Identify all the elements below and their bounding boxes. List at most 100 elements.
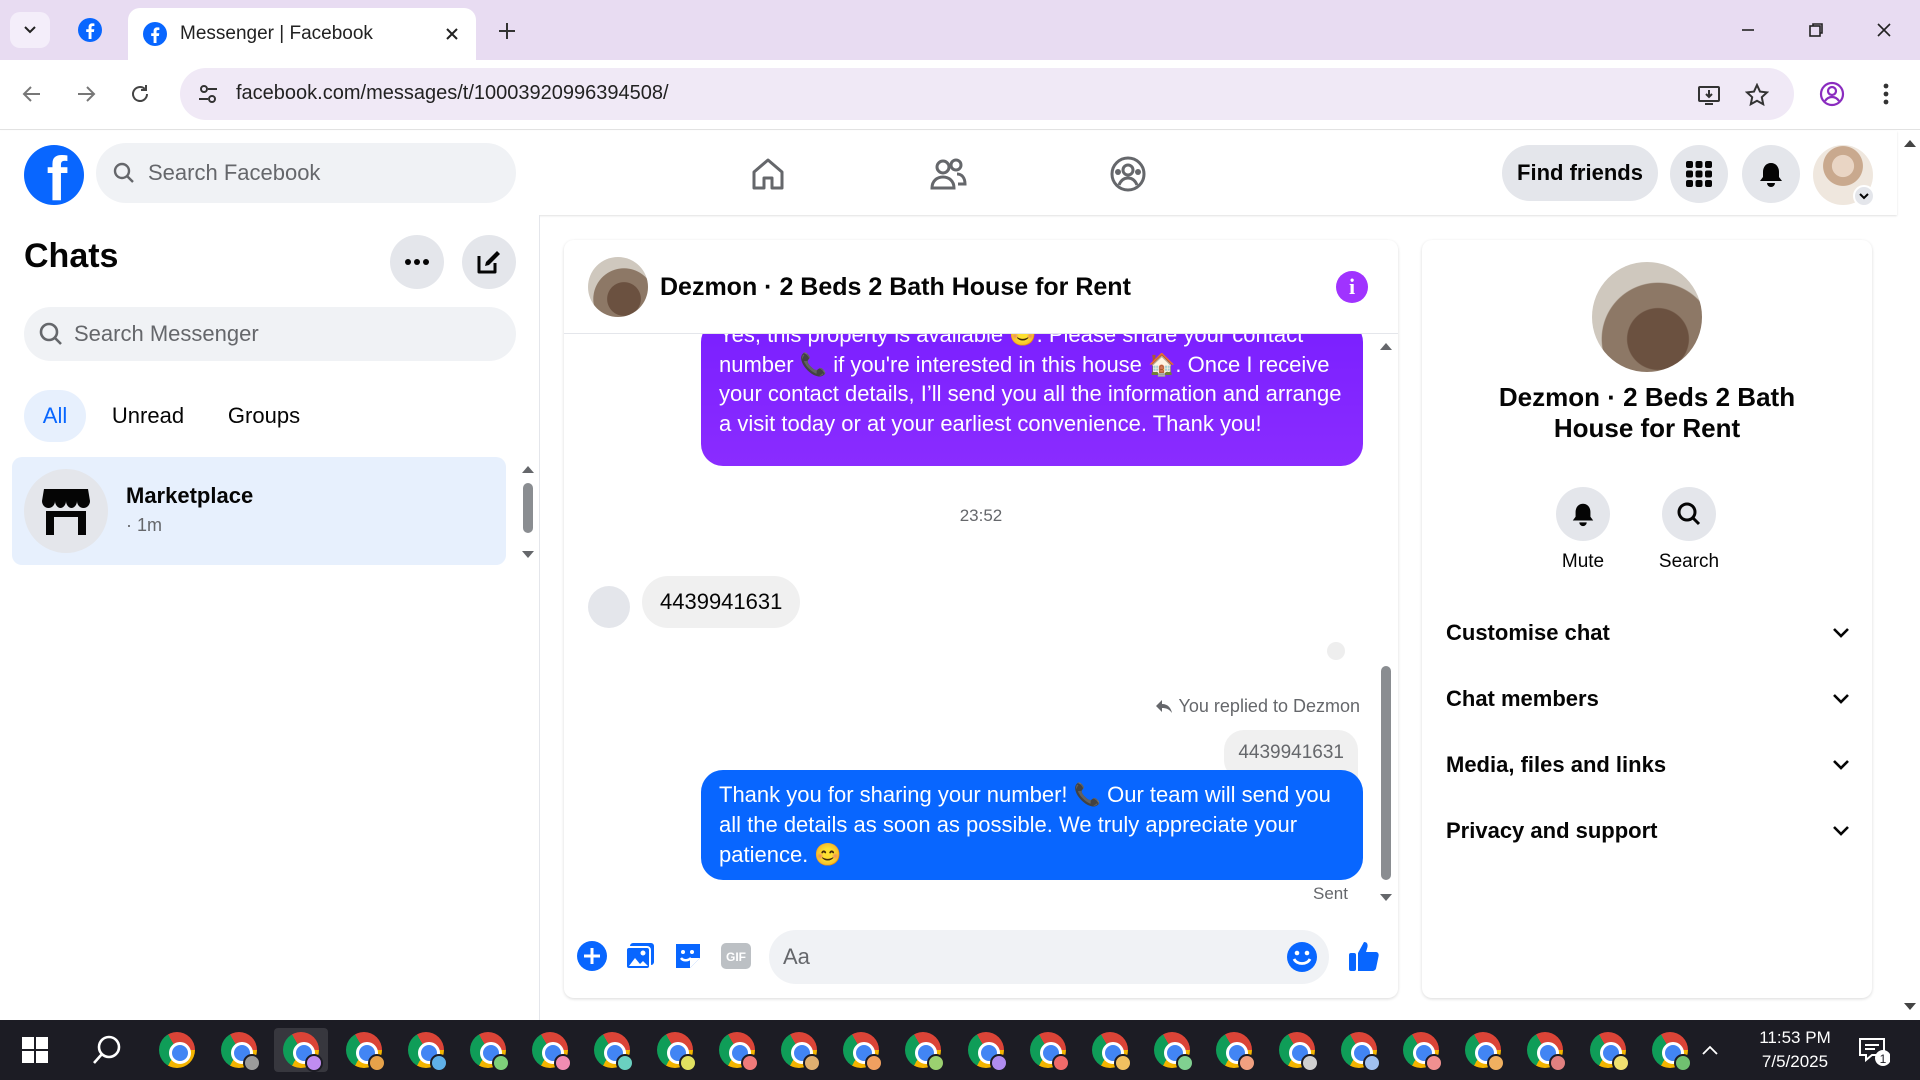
taskbar-chrome-window[interactable] bbox=[1145, 1028, 1199, 1072]
find-friends-button[interactable]: Find friends bbox=[1502, 145, 1658, 201]
conversation-scrollbar[interactable] bbox=[1378, 340, 1394, 908]
restore-button[interactable] bbox=[1786, 10, 1846, 50]
section-chat-members[interactable]: Chat members bbox=[1446, 671, 1850, 727]
taskbar-search-button[interactable] bbox=[80, 1028, 134, 1072]
taskbar-chrome-window[interactable] bbox=[648, 1028, 702, 1072]
back-button[interactable] bbox=[12, 74, 52, 114]
tab-close-button[interactable] bbox=[438, 20, 466, 48]
nav-friends[interactable] bbox=[918, 149, 978, 199]
forward-button[interactable] bbox=[66, 74, 106, 114]
filter-all[interactable]: All bbox=[24, 390, 86, 442]
new-message-button[interactable] bbox=[462, 235, 516, 289]
taskbar-chrome-window[interactable] bbox=[523, 1028, 577, 1072]
taskbar-chrome-window[interactable] bbox=[1021, 1028, 1075, 1072]
chat-meta: · 1m bbox=[126, 515, 162, 535]
outgoing-message[interactable]: Thank you for sharing your number! 📞 Our… bbox=[701, 770, 1363, 880]
taskbar-chrome-window[interactable] bbox=[1394, 1028, 1448, 1072]
chevron-down-icon bbox=[24, 26, 36, 34]
filter-groups[interactable]: Groups bbox=[214, 390, 314, 442]
tray-overflow-button[interactable] bbox=[1690, 1028, 1730, 1072]
url-text: facebook.com/messages/t/1000392099639450… bbox=[236, 82, 669, 104]
menu-button[interactable] bbox=[1670, 145, 1728, 203]
taskbar-chrome-window[interactable] bbox=[1518, 1028, 1572, 1072]
compose-icon bbox=[477, 251, 500, 274]
taskbar-chrome-window[interactable] bbox=[337, 1028, 391, 1072]
sticker-button[interactable] bbox=[670, 938, 706, 974]
search-action[interactable]: Search bbox=[1644, 487, 1734, 573]
taskbar-chrome-window[interactable] bbox=[1083, 1028, 1137, 1072]
taskbar-chrome-window[interactable] bbox=[1456, 1028, 1510, 1072]
chat-list-scrollbar[interactable] bbox=[520, 463, 536, 563]
taskbar-chrome-window[interactable] bbox=[1207, 1028, 1261, 1072]
taskbar-chrome-window[interactable] bbox=[461, 1028, 515, 1072]
site-info-icon[interactable] bbox=[194, 80, 222, 108]
reload-button[interactable] bbox=[120, 74, 160, 114]
taskbar-chrome-window[interactable] bbox=[1270, 1028, 1324, 1072]
nav-groups[interactable] bbox=[1098, 149, 1158, 199]
outgoing-message[interactable]: Yes, this property is available 😊. Pleas… bbox=[701, 320, 1363, 466]
profile-button[interactable] bbox=[1812, 74, 1852, 114]
taskbar-chrome-window[interactable] bbox=[1643, 1028, 1697, 1072]
taskbar-chrome-window[interactable] bbox=[212, 1028, 266, 1072]
filter-unread[interactable]: Unread bbox=[98, 390, 198, 442]
taskbar-chrome-window[interactable] bbox=[1332, 1028, 1386, 1072]
taskbar-chrome-window[interactable] bbox=[585, 1028, 639, 1072]
tab-messenger[interactable]: Messenger | Facebook bbox=[128, 8, 476, 60]
conversation-avatar[interactable] bbox=[588, 257, 648, 317]
chat-item-marketplace[interactable]: Marketplace · 1m bbox=[12, 457, 506, 565]
search-icon bbox=[93, 1035, 121, 1064]
taskbar-chrome-window[interactable] bbox=[959, 1028, 1013, 1072]
install-app-button[interactable] bbox=[1694, 80, 1724, 110]
address-bar[interactable]: facebook.com/messages/t/1000392099639450… bbox=[180, 68, 1794, 120]
messenger-search[interactable] bbox=[24, 307, 516, 361]
conversation-info-button[interactable]: i bbox=[1336, 271, 1368, 303]
notifications-button[interactable] bbox=[1742, 145, 1800, 203]
taskbar-chrome-window[interactable] bbox=[399, 1028, 453, 1072]
messenger-search-input[interactable] bbox=[74, 321, 494, 347]
pinned-tab-facebook[interactable] bbox=[70, 12, 110, 48]
chrome-icon bbox=[159, 1032, 195, 1068]
more-actions-button[interactable] bbox=[574, 938, 610, 974]
section-media-files-links[interactable]: Media, files and links bbox=[1446, 737, 1850, 793]
mute-action[interactable]: Mute bbox=[1538, 487, 1628, 573]
search-conversation-button[interactable] bbox=[1662, 487, 1716, 541]
bookmark-button[interactable] bbox=[1742, 80, 1772, 110]
notifications-center-button[interactable]: 1 bbox=[1846, 1028, 1900, 1072]
start-button[interactable] bbox=[8, 1028, 62, 1072]
account-avatar[interactable] bbox=[1813, 145, 1875, 207]
incoming-message[interactable]: 4439941631 bbox=[642, 576, 801, 628]
like-button[interactable] bbox=[1344, 938, 1384, 974]
emoji-button[interactable] bbox=[1285, 940, 1319, 979]
section-privacy-support[interactable]: Privacy and support bbox=[1446, 803, 1850, 859]
grid-menu-icon bbox=[1686, 161, 1712, 187]
browser-menu-button[interactable] bbox=[1866, 74, 1906, 114]
section-customise-chat[interactable]: Customise chat bbox=[1446, 605, 1850, 661]
gif-button[interactable]: GIF bbox=[718, 938, 754, 974]
taskbar-chrome-window[interactable] bbox=[710, 1028, 764, 1072]
facebook-search-input[interactable] bbox=[148, 160, 468, 186]
taskbar-chrome-window[interactable] bbox=[150, 1028, 204, 1072]
minimize-button[interactable] bbox=[1718, 10, 1778, 50]
system-clock[interactable]: 11:53 PM 7/5/2025 bbox=[1740, 1026, 1850, 1074]
tab-search-button[interactable] bbox=[10, 12, 50, 48]
attach-media-button[interactable] bbox=[622, 938, 658, 974]
taskbar-chrome-window[interactable] bbox=[274, 1028, 329, 1072]
new-tab-button[interactable] bbox=[490, 14, 524, 48]
message-input-wrapper[interactable] bbox=[769, 930, 1329, 984]
profile-photo[interactable] bbox=[1592, 262, 1702, 372]
chats-options-button[interactable] bbox=[390, 235, 444, 289]
nav-home[interactable] bbox=[738, 149, 798, 199]
mute-button[interactable] bbox=[1556, 487, 1610, 541]
conversation-title[interactable]: Dezmon · 2 Beds 2 Bath House for Rent bbox=[660, 273, 1131, 302]
close-window-button[interactable] bbox=[1854, 10, 1914, 50]
taskbar-chrome-window[interactable] bbox=[896, 1028, 950, 1072]
sticker-icon bbox=[676, 944, 700, 968]
taskbar-chrome-window[interactable] bbox=[772, 1028, 826, 1072]
taskbar-chrome-window[interactable] bbox=[834, 1028, 888, 1072]
chrome-icon bbox=[283, 1032, 324, 1072]
facebook-search[interactable] bbox=[96, 143, 516, 203]
facebook-logo[interactable]: f bbox=[24, 145, 84, 205]
page-scrollbar[interactable] bbox=[1900, 131, 1920, 1020]
taskbar-chrome-window[interactable] bbox=[1581, 1028, 1635, 1072]
message-input[interactable] bbox=[783, 944, 1263, 970]
